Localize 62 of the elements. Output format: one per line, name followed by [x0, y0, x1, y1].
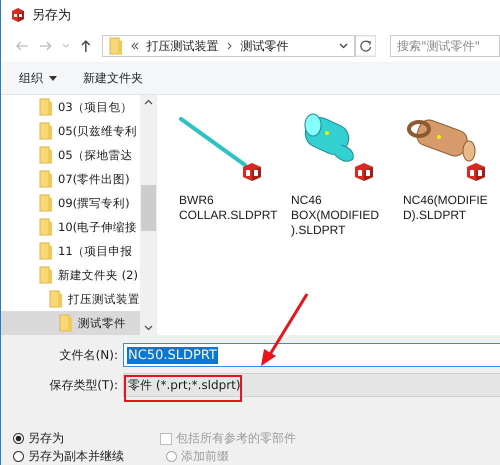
scroll-down-icon	[144, 325, 152, 332]
folder-icon	[39, 146, 53, 164]
double-chevron-icon	[130, 42, 139, 50]
folder-tree-item[interactable]: 新建文件夹 (2)	[1, 263, 140, 288]
file-name: ).SLDPRT	[291, 223, 346, 238]
scrollbar-thumb[interactable]	[140, 185, 156, 232]
radio-button[interactable]	[13, 451, 24, 462]
folder-tree-item[interactable]: 05(贝兹维专利	[1, 119, 140, 144]
cube-logo-icon	[10, 7, 26, 24]
forward-arrow-icon[interactable]	[38, 40, 52, 52]
option-label: 另存为	[28, 430, 64, 448]
chevron-down-icon[interactable]	[62, 43, 70, 50]
file-name: COLLAR.SLDPRT	[179, 208, 277, 224]
option-label: 添加前缀	[181, 448, 229, 465]
folder-tree-item[interactable]: 11（项目申报	[1, 239, 140, 264]
file-item[interactable]: NC46(MODIFIE D).SLDPRT	[395, 107, 500, 224]
folder-tree-item[interactable]: 打压测试装置	[1, 287, 140, 312]
breadcrumb[interactable]: 打压测试装置	[146, 38, 219, 55]
file-type-dropdown[interactable]: 零件 (*.prt;*.sldprt)	[123, 373, 500, 398]
scroll-up-icon	[144, 99, 152, 106]
folder-icon	[39, 194, 53, 212]
back-arrow-icon[interactable]	[15, 40, 29, 52]
folder-icon	[39, 122, 53, 140]
new-folder-button[interactable]: 新建文件夹	[79, 68, 147, 89]
folder-tree-item[interactable]: 07(零件出图)	[1, 167, 140, 192]
file-name: BWR6	[179, 193, 215, 208]
folder-tree-item[interactable]: 03（项目包）	[1, 95, 140, 120]
option-label: 另存为副本并继续	[28, 448, 124, 465]
dropdown-triangle-icon	[49, 76, 57, 81]
option-label: 包括所有参考的零部件	[176, 430, 296, 448]
radio-button[interactable]	[13, 433, 24, 444]
breadcrumb[interactable]: 测试零件	[240, 38, 289, 55]
dropdown-chevron-icon[interactable]	[338, 43, 348, 50]
scrollbar[interactable]	[140, 95, 156, 336]
folder-icon	[39, 98, 53, 116]
address-bar[interactable]: 打压测试装置 测试零件	[102, 35, 355, 58]
field-label: 保存类型(T):	[48, 376, 119, 394]
file-name: BOX(MODIFIED	[291, 208, 380, 224]
chevron-right-icon	[226, 42, 233, 50]
folder-icon	[39, 242, 53, 260]
file-name: NC46(MODIFIE	[403, 193, 489, 208]
window-title: 另存为	[32, 7, 71, 24]
organize-menu-button[interactable]: 组织	[15, 68, 61, 89]
folder-icon	[59, 314, 73, 332]
folder-icon	[49, 290, 63, 308]
file-name: D).SLDPRT	[403, 208, 468, 224]
field-label: 文件名(N):	[58, 346, 119, 364]
folder-tree-item[interactable]: 测试零件	[1, 311, 140, 336]
file-item[interactable]: BWR6 COLLAR.SLDPRT	[171, 107, 277, 224]
up-arrow-icon[interactable]	[80, 39, 92, 54]
folder-tree-item[interactable]: 09(撰写专利)	[1, 191, 140, 216]
folder-icon	[39, 218, 53, 236]
search-field[interactable]: 搜索"测试零件"	[390, 35, 500, 58]
refresh-icon[interactable]	[354, 35, 376, 58]
folder-icon	[39, 266, 53, 284]
folder-icon	[108, 37, 123, 56]
folder-tree-item[interactable]: 10(电子伸缩接	[1, 215, 140, 240]
file-name: NC46	[291, 193, 323, 208]
file-item[interactable]: NC46 BOX(MODIFIED ).SLDPRT	[283, 107, 389, 238]
folder-tree-item[interactable]: 05（探地雷达	[1, 143, 140, 168]
file-name-field[interactable]: NC50.SLDPRT	[123, 343, 500, 368]
folder-icon	[39, 170, 53, 188]
